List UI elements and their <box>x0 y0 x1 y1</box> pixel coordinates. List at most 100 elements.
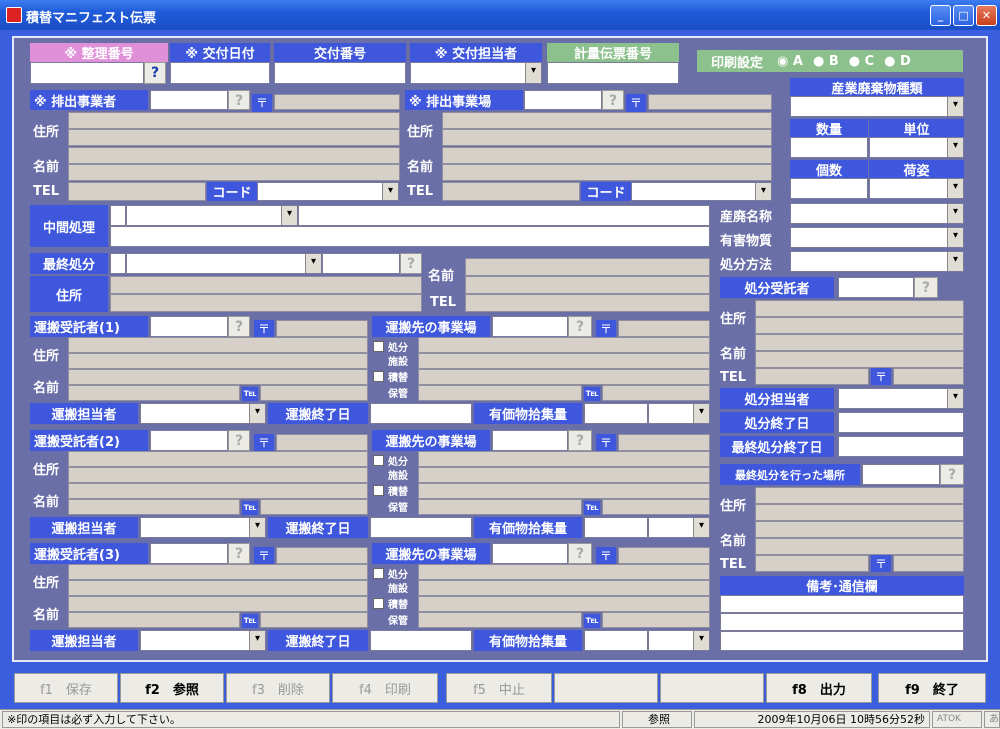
f8-output-button[interactable]: f8 出力 <box>766 673 872 703</box>
shobun-checkbox-3[interactable] <box>373 568 384 579</box>
saishu-help-icon[interactable]: ? <box>400 253 422 274</box>
saishu-select[interactable] <box>126 253 322 274</box>
yuka-input-3[interactable] <box>584 630 648 651</box>
jigyojo-code-label: コード <box>581 182 631 201</box>
f7-button[interactable] <box>660 673 764 703</box>
biko-input-1[interactable] <box>720 595 964 613</box>
haishutsu-jigyojo-help-icon[interactable]: ? <box>602 90 624 110</box>
radio-a[interactable]: ◉ A <box>777 54 803 69</box>
keiryo-input[interactable] <box>547 62 679 84</box>
yuka-label-3: 有価物拾集量 <box>474 630 582 651</box>
ime-indicator[interactable]: ATOK <box>932 711 982 728</box>
unpan-saki-help-icon-3[interactable]: ? <box>568 543 592 564</box>
unpan-tanto-select-3[interactable] <box>140 630 266 651</box>
unpan-saki-input-1[interactable] <box>492 316 568 337</box>
shobun-end-input[interactable] <box>838 412 964 433</box>
radio-c[interactable]: ● C <box>849 54 874 69</box>
f9-exit-button[interactable]: f9 終了 <box>878 673 986 703</box>
unpan-jutaku-input-1[interactable] <box>150 316 228 337</box>
jigyojo-address-1 <box>442 112 772 129</box>
unpan-tanto-select-2[interactable] <box>140 517 266 538</box>
unpan-saki-name-2-2 <box>418 499 582 515</box>
chukan-text-1[interactable] <box>298 205 710 226</box>
unpan-name-2-1 <box>68 385 240 401</box>
haishutsu-jigyosha-input[interactable] <box>150 90 228 110</box>
shobun-checkbox-1[interactable] <box>373 341 384 352</box>
unpan-saki-help-icon-2[interactable]: ? <box>568 430 592 451</box>
minimize-button[interactable]: _ <box>930 5 951 26</box>
kofu-no-input[interactable] <box>274 62 406 84</box>
f1-save-button[interactable]: f1 保存 <box>14 673 118 703</box>
unpan-help-icon-1[interactable]: ? <box>228 316 250 337</box>
yuka-unit-select-1[interactable] <box>648 403 710 424</box>
unpan-help-icon-3[interactable]: ? <box>228 543 250 564</box>
unpan-end-input-1[interactable] <box>370 403 472 424</box>
suryo-input[interactable] <box>790 137 868 158</box>
seiri-input[interactable] <box>30 62 144 84</box>
maximize-button[interactable]: □ <box>953 5 974 26</box>
unpan-end-input-2[interactable] <box>370 517 472 538</box>
kosu-input[interactable] <box>790 178 868 199</box>
jutakusha-name-1 <box>755 334 964 351</box>
kofu-tanto-select[interactable] <box>410 62 542 84</box>
final-place-help-icon[interactable]: ? <box>940 464 964 485</box>
yuka-input-1[interactable] <box>584 403 648 424</box>
shobun-label-1: 処分 <box>388 343 408 354</box>
tsumikae-checkbox-2[interactable] <box>373 485 384 496</box>
unpan-tanto-select-1[interactable] <box>140 403 266 424</box>
unpan-help-icon-2[interactable]: ? <box>228 430 250 451</box>
shurui-select[interactable] <box>790 96 964 117</box>
saishu-input[interactable] <box>322 253 400 274</box>
unpan-jutaku-input-2[interactable] <box>150 430 228 451</box>
shobun-tanto-select[interactable] <box>838 388 964 409</box>
tani-select[interactable] <box>869 137 964 158</box>
nisugata-select[interactable] <box>869 178 964 199</box>
unpan-saki-help-icon-1[interactable]: ? <box>568 316 592 337</box>
close-button[interactable]: ✕ <box>976 5 997 26</box>
hoho-select[interactable] <box>790 251 964 272</box>
f2-refer-button[interactable]: f2 参照 <box>120 673 224 703</box>
unpan-saki-input-2[interactable] <box>492 430 568 451</box>
keiryo-label: 計量伝票番号 <box>547 43 679 62</box>
shisetsu-label-3: 施設 <box>388 584 408 595</box>
radio-b[interactable]: ● B <box>813 54 839 69</box>
shobun-checkbox-2[interactable] <box>373 455 384 466</box>
biko-input-2[interactable] <box>720 613 964 631</box>
ime-mode-indicator[interactable]: あ <box>984 711 1000 728</box>
yugai-select[interactable] <box>790 227 964 248</box>
unpan-jutaku-input-3[interactable] <box>150 543 228 564</box>
f4-print-button[interactable]: f4 印刷 <box>332 673 438 703</box>
unpan-address-1-3 <box>68 564 368 580</box>
final-end-input[interactable] <box>838 436 964 457</box>
tsumikae-checkbox-3[interactable] <box>373 598 384 609</box>
tsumikae-checkbox-1[interactable] <box>373 371 384 382</box>
unpan-end-input-3[interactable] <box>370 630 472 651</box>
saishu-check[interactable] <box>110 253 126 274</box>
yuka-unit-select-2[interactable] <box>648 517 710 538</box>
unpan-saki-input-3[interactable] <box>492 543 568 564</box>
kofu-date-input[interactable] <box>170 62 270 84</box>
chukan-check[interactable] <box>110 205 126 226</box>
jutakusha-address-1 <box>755 300 964 317</box>
radio-d[interactable]: ● D <box>884 54 911 69</box>
seiri-help-icon[interactable]: ? <box>144 62 166 84</box>
yuka-input-2[interactable] <box>584 517 648 538</box>
chukan-select[interactable] <box>126 205 298 226</box>
yuka-unit-select-3[interactable] <box>648 630 710 651</box>
f3-delete-button[interactable]: f3 削除 <box>226 673 330 703</box>
sanpai-name-select[interactable] <box>790 203 964 224</box>
unpan-title-2: 運搬受託者(2) <box>30 430 148 451</box>
chukan-text-2[interactable] <box>110 226 710 247</box>
haishutsu-code-select[interactable] <box>257 182 399 201</box>
final-place-jusho-label: 住所 <box>720 499 747 514</box>
f6-button[interactable] <box>554 673 658 703</box>
final-place-input[interactable] <box>862 464 940 485</box>
haishutsu-jigyojo-input[interactable] <box>524 90 602 110</box>
jutakusha-help-icon[interactable]: ? <box>914 277 938 298</box>
jutakusha-input[interactable] <box>838 277 914 298</box>
biko-input-3[interactable] <box>720 631 964 651</box>
haishutsu-jigyosha-help-icon[interactable]: ? <box>228 90 250 110</box>
jigyojo-code-select[interactable] <box>631 182 772 201</box>
f5-cancel-button[interactable]: f5 中止 <box>446 673 552 703</box>
unpan-saki-address-1-3 <box>418 564 710 580</box>
